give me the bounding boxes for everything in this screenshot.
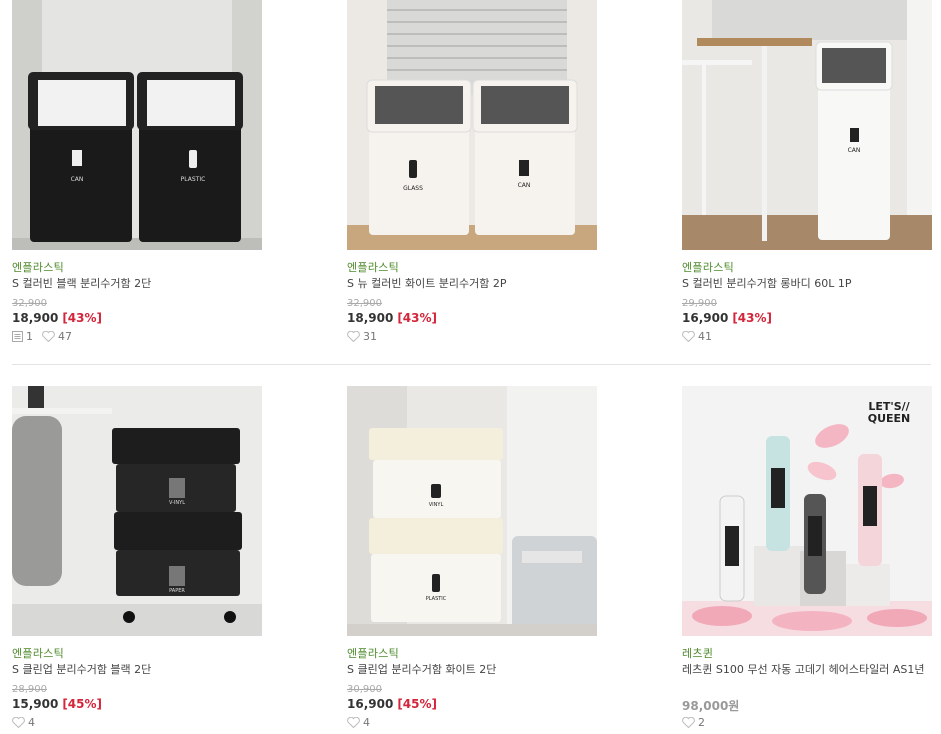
price-row: 16,900 [45%] (347, 697, 437, 711)
discount-rate: [45%] (62, 697, 103, 711)
product-meta: 2 (682, 716, 705, 729)
product-name[interactable]: S 뉴 컬러빈 화이트 분리수거함 2P (347, 276, 599, 292)
product-card[interactable]: GLASS CAN 엔플라스틱 S 뉴 컬러빈 화이트 분리수거함 2P 32,… (347, 0, 597, 345)
product-name[interactable]: S 클린업 분리수거함 화이트 2단 (347, 662, 599, 678)
like-count: 4 (28, 716, 35, 729)
like-count: 47 (58, 330, 72, 343)
product-meta: 31 (347, 330, 377, 343)
like-count: 4 (363, 716, 370, 729)
brand-name[interactable]: 엔플라스틱 (347, 645, 399, 661)
product-meta: 1 47 (12, 330, 72, 343)
sale-price: 16,900 (682, 311, 729, 325)
sale-price: 98,000원 (682, 699, 740, 713)
can-label: CAN (848, 147, 861, 154)
product-image[interactable]: VINYL PLASTIC (347, 386, 597, 636)
brand-name[interactable]: 엔플라스틱 (347, 259, 399, 275)
review-icon (12, 331, 23, 342)
price-row: 18,900 [43%] (347, 311, 437, 325)
like-count: 41 (698, 330, 712, 343)
like-count: 2 (698, 716, 705, 729)
brand-name[interactable]: 엔플라스틱 (12, 259, 64, 275)
product-image[interactable]: V-INYL PAPER (12, 386, 262, 636)
glass-label: GLASS (403, 185, 423, 192)
heart-icon[interactable] (12, 717, 25, 728)
discount-rate: [45%] (397, 697, 438, 711)
original-price: 32,900 (347, 298, 382, 309)
vinyl-label: VINYL (429, 502, 444, 508)
brand-name[interactable]: 엔플라스틱 (12, 645, 64, 661)
product-image[interactable]: LET'S// QUEEN (682, 386, 932, 636)
product-name[interactable]: 레츠퀸 S100 무선 자동 고데기 헤어스타일러 AS1년 (682, 662, 934, 678)
heart-icon[interactable] (682, 331, 695, 342)
can-label: CAN (71, 176, 84, 183)
like-count: 31 (363, 330, 377, 343)
price-row: 98,000원 (682, 697, 739, 714)
product-card[interactable]: CAN 엔플라스틱 S 컬러빈 분리수거함 롱바디 60L 1P 29,900 … (682, 0, 932, 345)
original-price: 30,900 (347, 684, 382, 695)
discount-rate: [43%] (62, 311, 103, 325)
product-meta: 4 (12, 716, 35, 729)
review-count: 1 (26, 330, 33, 343)
product-name[interactable]: S 클린업 분리수거함 블랙 2단 (12, 662, 264, 678)
product-card[interactable]: V-INYL PAPER 엔플라스틱 S 클린업 분리수거함 블랙 2단 28,… (12, 386, 262, 732)
sale-price: 16,900 (347, 697, 394, 711)
original-price: 32,900 (12, 298, 47, 309)
brand-name[interactable]: 레츠퀸 (682, 645, 713, 661)
product-card[interactable]: LET'S// QUEEN 레츠퀸 레츠퀸 S100 무선 자동 고데기 헤어스… (682, 386, 932, 732)
sale-price: 18,900 (347, 311, 394, 325)
heart-icon[interactable] (347, 331, 360, 342)
plastic-label: PLASTIC (426, 596, 447, 602)
plastic-label: PLASTIC (181, 176, 206, 183)
can-label: CAN (518, 182, 531, 189)
product-image[interactable]: CAN (682, 0, 932, 250)
price-row: 15,900 [45%] (12, 697, 102, 711)
vinyl-caps-label: V-INYL (169, 500, 185, 506)
product-name[interactable]: S 컬러빈 블랙 분리수거함 2단 (12, 276, 264, 292)
price-row: 16,900 [43%] (682, 311, 772, 325)
product-meta: 4 (347, 716, 370, 729)
row-divider (12, 364, 931, 365)
product-card[interactable]: CAN PLASTIC 엔플라스틱 S 컬러빈 블랙 분리수거함 2단 32,9… (12, 0, 262, 345)
brand-name[interactable]: 엔플라스틱 (682, 259, 734, 275)
product-image[interactable]: GLASS CAN (347, 0, 597, 250)
heart-icon[interactable] (347, 717, 360, 728)
sale-price: 15,900 (12, 697, 59, 711)
heart-icon[interactable] (42, 331, 55, 342)
price-row: 18,900 [43%] (12, 311, 102, 325)
product-image[interactable]: CAN PLASTIC (12, 0, 262, 250)
heart-icon[interactable] (682, 717, 695, 728)
original-price: 28,900 (12, 684, 47, 695)
sale-price: 18,900 (12, 311, 59, 325)
discount-rate: [43%] (397, 311, 438, 325)
brand-logo-line2: QUEEN (868, 412, 911, 425)
discount-rate: [43%] (732, 311, 773, 325)
original-price: 29,900 (682, 298, 717, 309)
product-meta: 41 (682, 330, 712, 343)
product-card[interactable]: VINYL PLASTIC 엔플라스틱 S 클린업 분리수거함 화이트 2단 3… (347, 386, 597, 732)
paper-label: PAPER (169, 588, 185, 594)
product-name[interactable]: S 컬러빈 분리수거함 롱바디 60L 1P (682, 276, 934, 292)
